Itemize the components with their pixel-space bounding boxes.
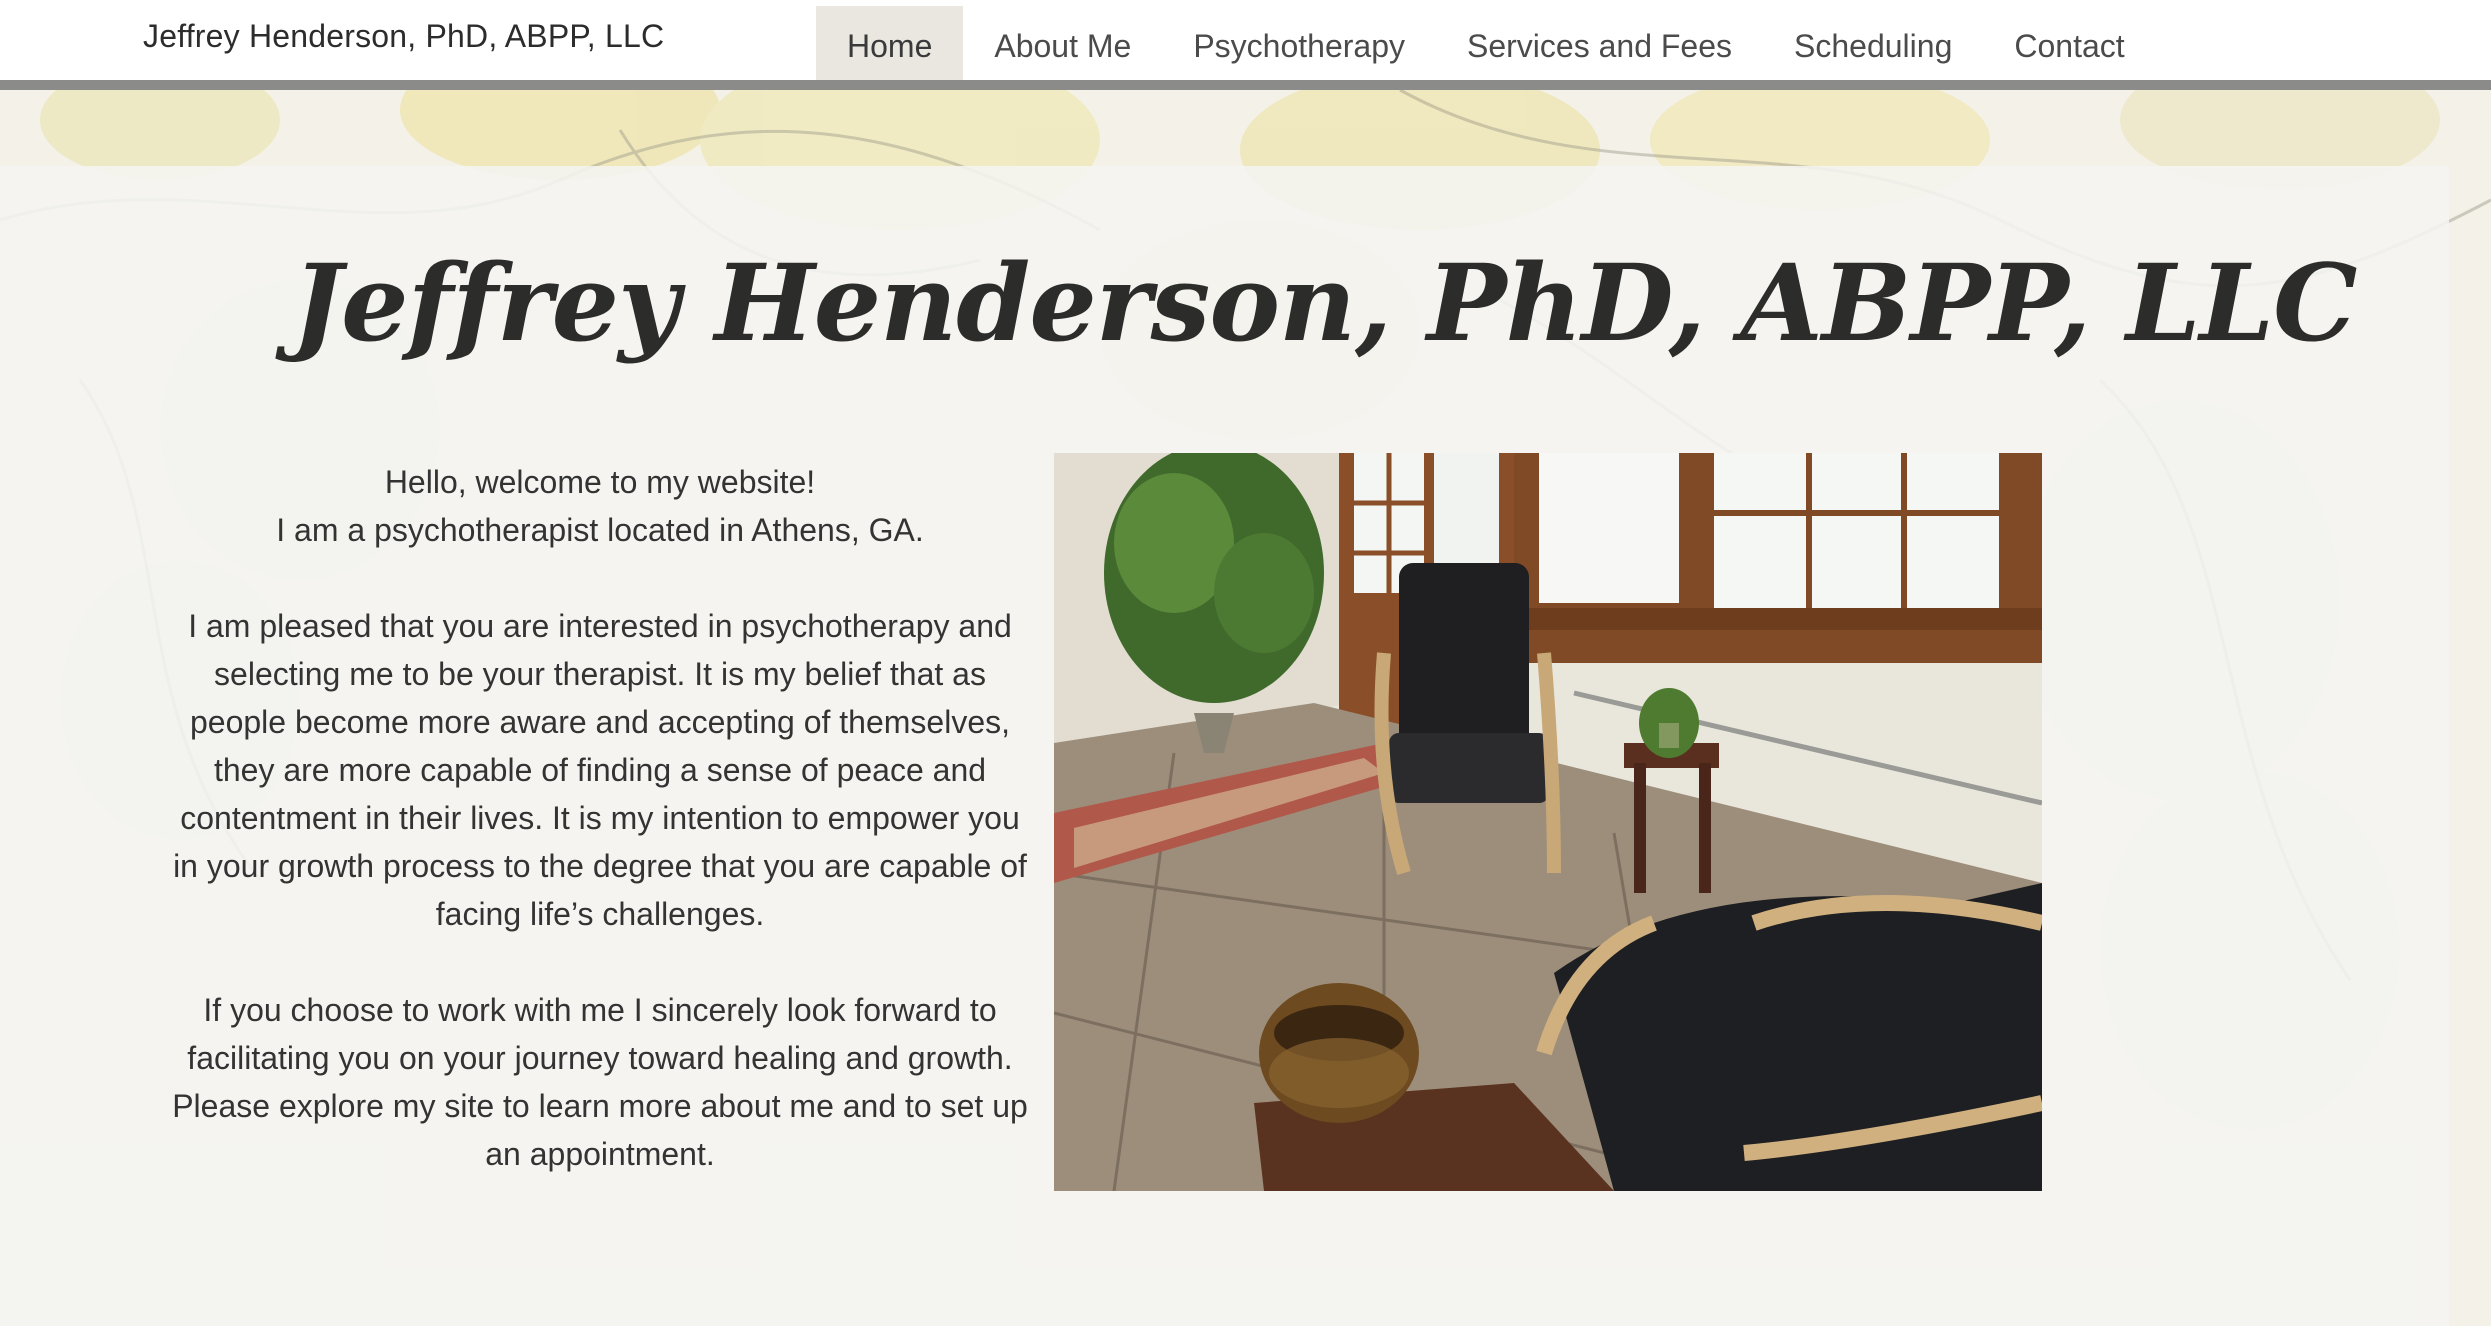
nav-item-home[interactable]: Home [816, 6, 964, 86]
nav-item-services-and-fees[interactable]: Services and Fees [1436, 6, 1763, 86]
nav-item-contact[interactable]: Contact [1983, 6, 2155, 86]
therapy-office-photo [1054, 453, 2042, 1191]
site-name-link[interactable]: Jeffrey Henderson, PhD, ABPP, LLC [143, 18, 664, 55]
location-line: I am a psychotherapist located in Athens… [276, 512, 924, 548]
page-title: Jeffrey Henderson, PhD, ABPP, LLC [292, 240, 2357, 365]
nav-item-scheduling[interactable]: Scheduling [1763, 6, 1983, 86]
site-header: Jeffrey Henderson, PhD, ABPP, LLC Home A… [0, 0, 2491, 86]
main-nav: Home About Me Psychotherapy Services and… [816, 6, 2156, 86]
intro-text: Hello, welcome to my website! I am a psy… [170, 458, 1030, 1178]
header-divider [0, 80, 2491, 90]
intro-paragraph-2: If you choose to work with me I sincerel… [172, 992, 1028, 1172]
nav-item-about-me[interactable]: About Me [963, 6, 1162, 86]
nav-item-psychotherapy[interactable]: Psychotherapy [1162, 6, 1436, 86]
welcome-line: Hello, welcome to my website! [384, 464, 816, 500]
intro-paragraph-1: I am pleased that you are interested in … [173, 608, 1027, 932]
